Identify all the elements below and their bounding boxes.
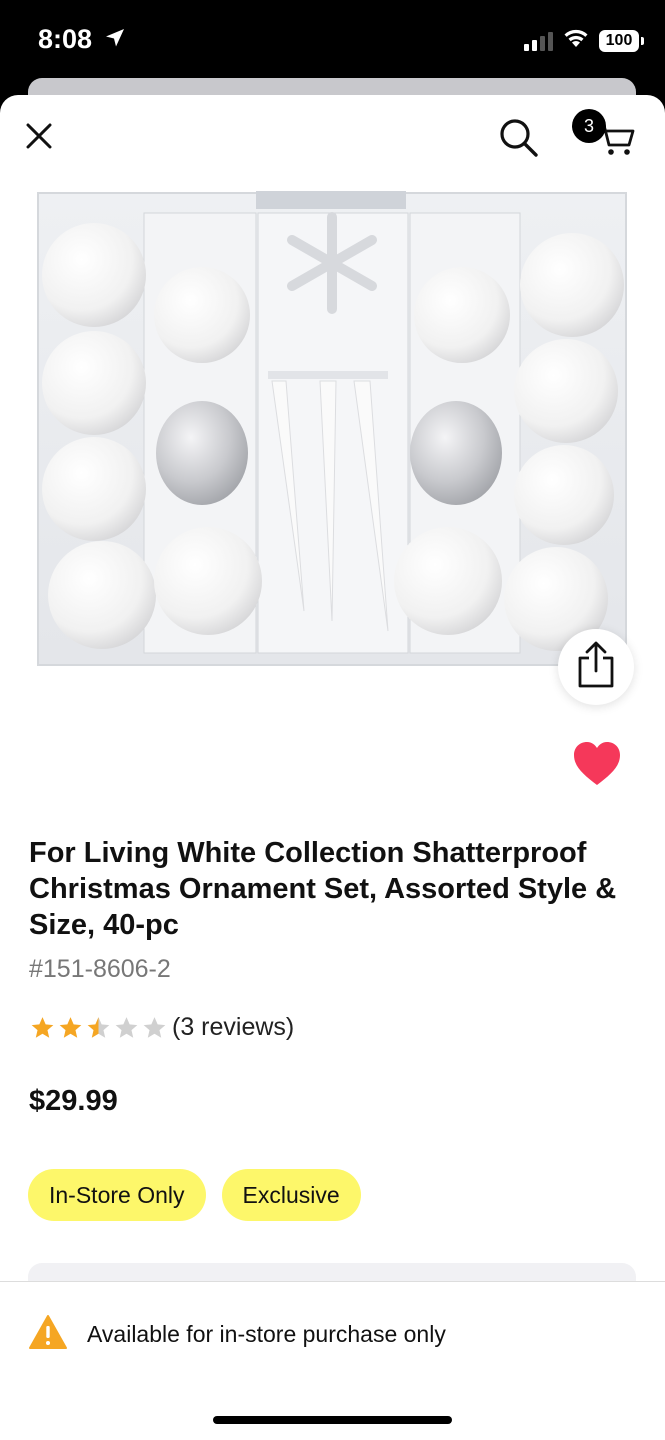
- product-rating[interactable]: (3 reviews): [29, 1013, 294, 1042]
- favorite-button[interactable]: [572, 741, 624, 789]
- status-bar: 8:08 100: [0, 0, 665, 80]
- product-sku: #151-8606-2: [29, 955, 171, 983]
- reviews-link[interactable]: (3 reviews): [172, 1013, 294, 1042]
- rating-stars: [29, 1015, 168, 1041]
- badge-in-store-only: In-Store Only: [28, 1169, 206, 1221]
- search-icon: [498, 119, 540, 163]
- status-indicators: 100: [524, 28, 644, 53]
- availability-bar: Available for in-store purchase only: [0, 1281, 665, 1440]
- badge-exclusive: Exclusive: [221, 1169, 361, 1221]
- star-icon: [31, 1016, 54, 1038]
- status-time: 8:08: [38, 24, 93, 54]
- star-icon: [59, 1016, 82, 1038]
- product-badges: In-Store Only Exclusive: [28, 1169, 361, 1221]
- half-star-icon: [87, 1016, 110, 1038]
- product-image[interactable]: [36, 191, 628, 669]
- heart-icon: [572, 742, 622, 791]
- search-button[interactable]: [498, 117, 540, 159]
- close-button[interactable]: [22, 119, 56, 153]
- cart-count-badge: 3: [572, 109, 606, 143]
- location-arrow-icon: [104, 27, 126, 54]
- share-icon: [574, 640, 618, 695]
- availability-notice: Available for in-store purchase only: [28, 1314, 446, 1355]
- close-icon: [22, 123, 56, 157]
- product-price: $29.99: [29, 1085, 118, 1117]
- empty-star-icon: [143, 1016, 166, 1038]
- share-button[interactable]: [558, 629, 634, 705]
- product-sheet: 3 For Living White Collection Shatterpro…: [0, 95, 665, 1440]
- warning-icon: [28, 1314, 68, 1355]
- availability-text: Available for in-store purchase only: [87, 1321, 446, 1347]
- wifi-icon: [562, 28, 590, 53]
- cart-button[interactable]: 3: [572, 109, 636, 159]
- battery-icon: 100: [599, 29, 644, 52]
- empty-star-icon: [115, 1016, 138, 1038]
- product-title: For Living White Collection Shatterproof…: [29, 837, 617, 941]
- signal-icon: [524, 31, 553, 51]
- home-indicator[interactable]: [213, 1416, 452, 1424]
